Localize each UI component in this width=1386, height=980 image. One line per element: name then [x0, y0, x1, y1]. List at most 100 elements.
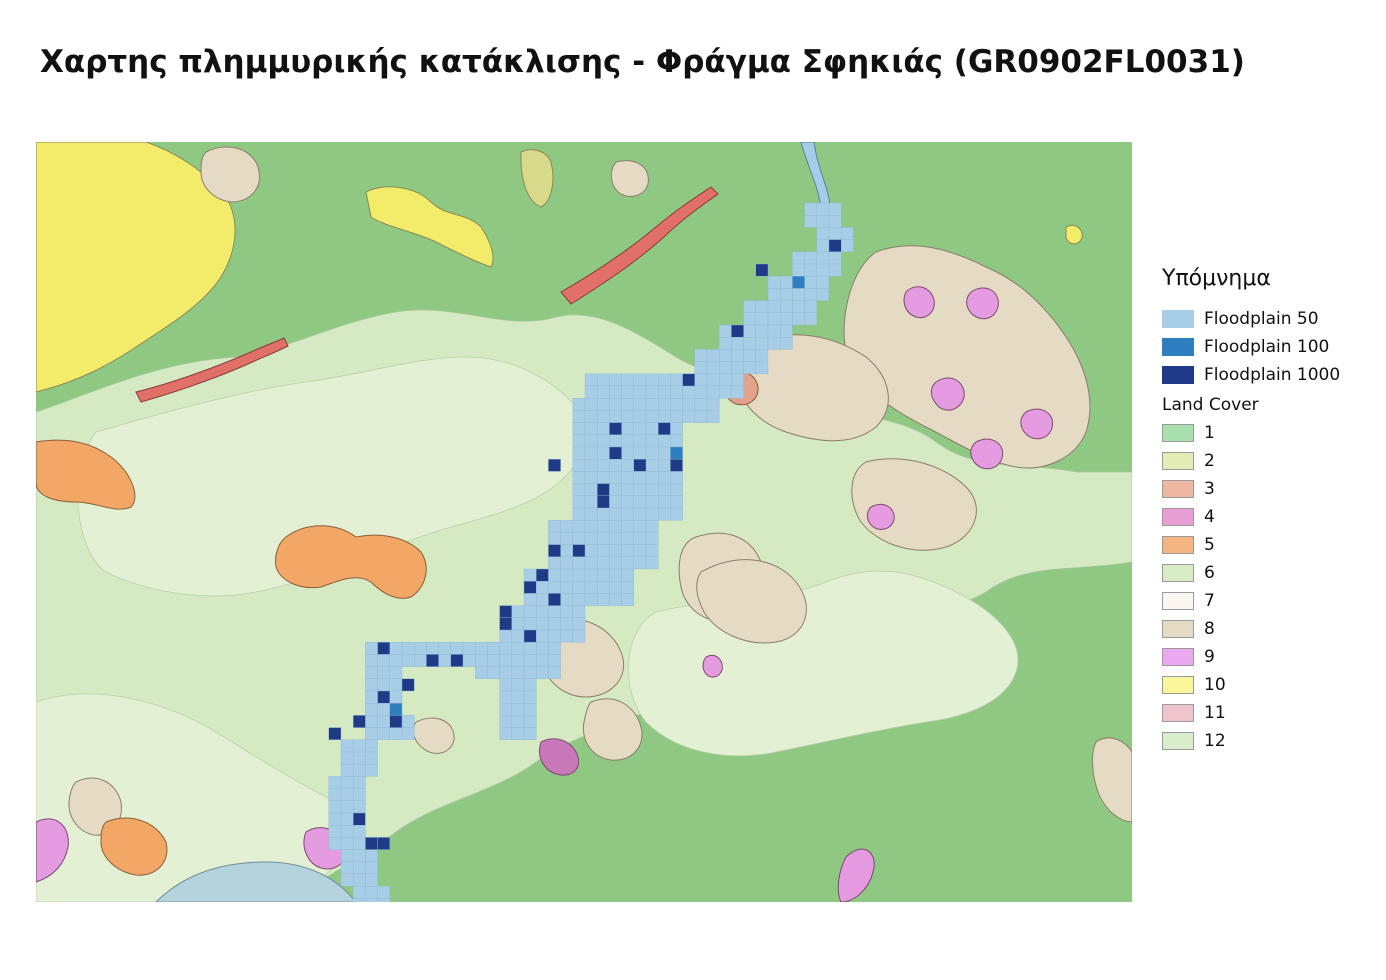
land-cover-label: 1 [1204, 422, 1215, 443]
floodplain-50-cell [560, 605, 573, 619]
floodplain-50-cell [706, 398, 720, 411]
floodplain-50-cell [670, 373, 683, 387]
floodplain-50-cell [621, 434, 634, 448]
floodplain-50-cell [584, 410, 598, 423]
floodplain-50-cell [340, 800, 354, 814]
floodplain-50-cell [597, 520, 610, 533]
floodplain-50-cell [389, 678, 403, 692]
floodplain-1000-cell [523, 629, 537, 643]
floodplain-50-cell [658, 373, 671, 387]
floodplain-50-cell [548, 666, 561, 679]
floodplain-50-cell [584, 422, 598, 436]
floodplain-50-cell [560, 581, 573, 594]
floodplain-50-cell [743, 361, 756, 375]
floodplain-50-cell [584, 483, 598, 497]
floodplain-50-cell [523, 642, 537, 655]
floodplain-50-cell [389, 690, 403, 704]
floodplain-50-cell [597, 459, 610, 472]
floodplain-1000-cell [426, 654, 439, 667]
floodplain-50-cell [633, 471, 647, 484]
floodplain-50-cell [645, 544, 659, 558]
floodplain-1000-cell [828, 239, 842, 252]
floodplain-label: Floodplain 50 [1204, 308, 1319, 329]
floodplain-50-cell [584, 507, 598, 521]
floodplain-50-cell [597, 410, 610, 423]
floodplain-50-cell [353, 873, 366, 887]
floodplain-50-cell [670, 434, 683, 448]
floodplain-50-cell [438, 642, 452, 655]
floodplain-50-cell [340, 764, 354, 777]
floodplain-1000-cell [597, 495, 610, 509]
floodplain-50-cell [365, 886, 378, 899]
floodplain-50-cell [536, 617, 549, 631]
flood-map[interactable] [36, 142, 1132, 902]
floodplain-50-cell [365, 751, 378, 765]
floodplain-1000-cell [365, 837, 378, 850]
floodplain-50-cell [658, 385, 671, 399]
floodplain-50-cell [816, 288, 830, 301]
floodplain-50-cell [597, 544, 610, 558]
floodplain-50-cell [401, 654, 415, 667]
floodplain-50-cell [328, 788, 342, 801]
floodplain-50-cell [572, 398, 586, 411]
floodplain-50-cell [621, 581, 634, 594]
floodplain-50-cell [621, 483, 634, 497]
floodplain-50-cell [621, 459, 634, 472]
floodplain-50-cell [499, 642, 513, 655]
floodplain-50-cell [731, 373, 744, 387]
floodplain-50-cell [755, 300, 769, 314]
floodplain-50-cell [780, 312, 793, 326]
floodplain-50-cell [670, 422, 683, 436]
floodplain-50-cell [621, 385, 634, 399]
floodplain-50-cell [755, 361, 769, 375]
floodplain-50-cell [548, 629, 561, 643]
land-cover-swatch [1162, 732, 1194, 750]
floodplain-50-cell [536, 593, 549, 606]
floodplain-50-cell [511, 605, 525, 619]
floodplain-50-cell [719, 361, 732, 375]
floodplain-50-cell [597, 385, 610, 399]
floodplain-50-cell [658, 446, 671, 460]
floodplain-50-cell [621, 422, 634, 436]
floodplain-50-cell [816, 263, 830, 277]
floodplain-50-cell [548, 617, 561, 631]
floodplain-50-cell [511, 703, 525, 716]
floodplain-50-cell [584, 373, 598, 387]
floodplain-50-cell [353, 800, 366, 814]
floodplain-50-cell [511, 690, 525, 704]
floodplain-50-cell [609, 483, 622, 497]
floodplain-50-cell [572, 568, 586, 582]
floodplain-50-cell [816, 239, 830, 252]
floodplain-50-cell [609, 495, 622, 509]
floodplain-50-cell [621, 507, 634, 521]
floodplain-50-cell [719, 336, 732, 350]
floodplain-1000-cell [353, 715, 366, 728]
floodplain-1000-cell [377, 642, 391, 655]
floodplain-50-cell [621, 495, 634, 509]
floodplain-50-cell [572, 593, 586, 606]
floodplain-50-cell [609, 373, 622, 387]
floodplain-50-cell [597, 507, 610, 521]
floodplain-50-cell [670, 495, 683, 509]
floodplain-swatch [1162, 310, 1194, 328]
floodplain-50-cell [340, 739, 354, 753]
floodplain-50-cell [609, 556, 622, 570]
floodplain-50-cell [792, 251, 805, 265]
floodplain-50-cell [670, 483, 683, 497]
floodplain-50-cell [353, 886, 366, 899]
floodplain-50-cell [731, 361, 744, 375]
floodplain-50-cell [621, 532, 634, 545]
floodplain-50-cell [597, 446, 610, 460]
floodplain-legend-item: Floodplain 100 [1162, 333, 1372, 361]
floodplain-50-cell [340, 861, 354, 875]
floodplain-50-cell [658, 495, 671, 509]
floodplain-100-cell [389, 703, 403, 716]
floodplain-50-cell [645, 410, 659, 423]
floodplain-50-cell [572, 422, 586, 436]
floodplain-50-cell [365, 642, 378, 655]
floodplain-50-cell [633, 556, 647, 570]
floodplain-50-cell [816, 275, 830, 289]
land-cover-swatch [1162, 648, 1194, 666]
floodplain-50-cell [682, 385, 695, 399]
floodplain-50-cell [645, 398, 659, 411]
